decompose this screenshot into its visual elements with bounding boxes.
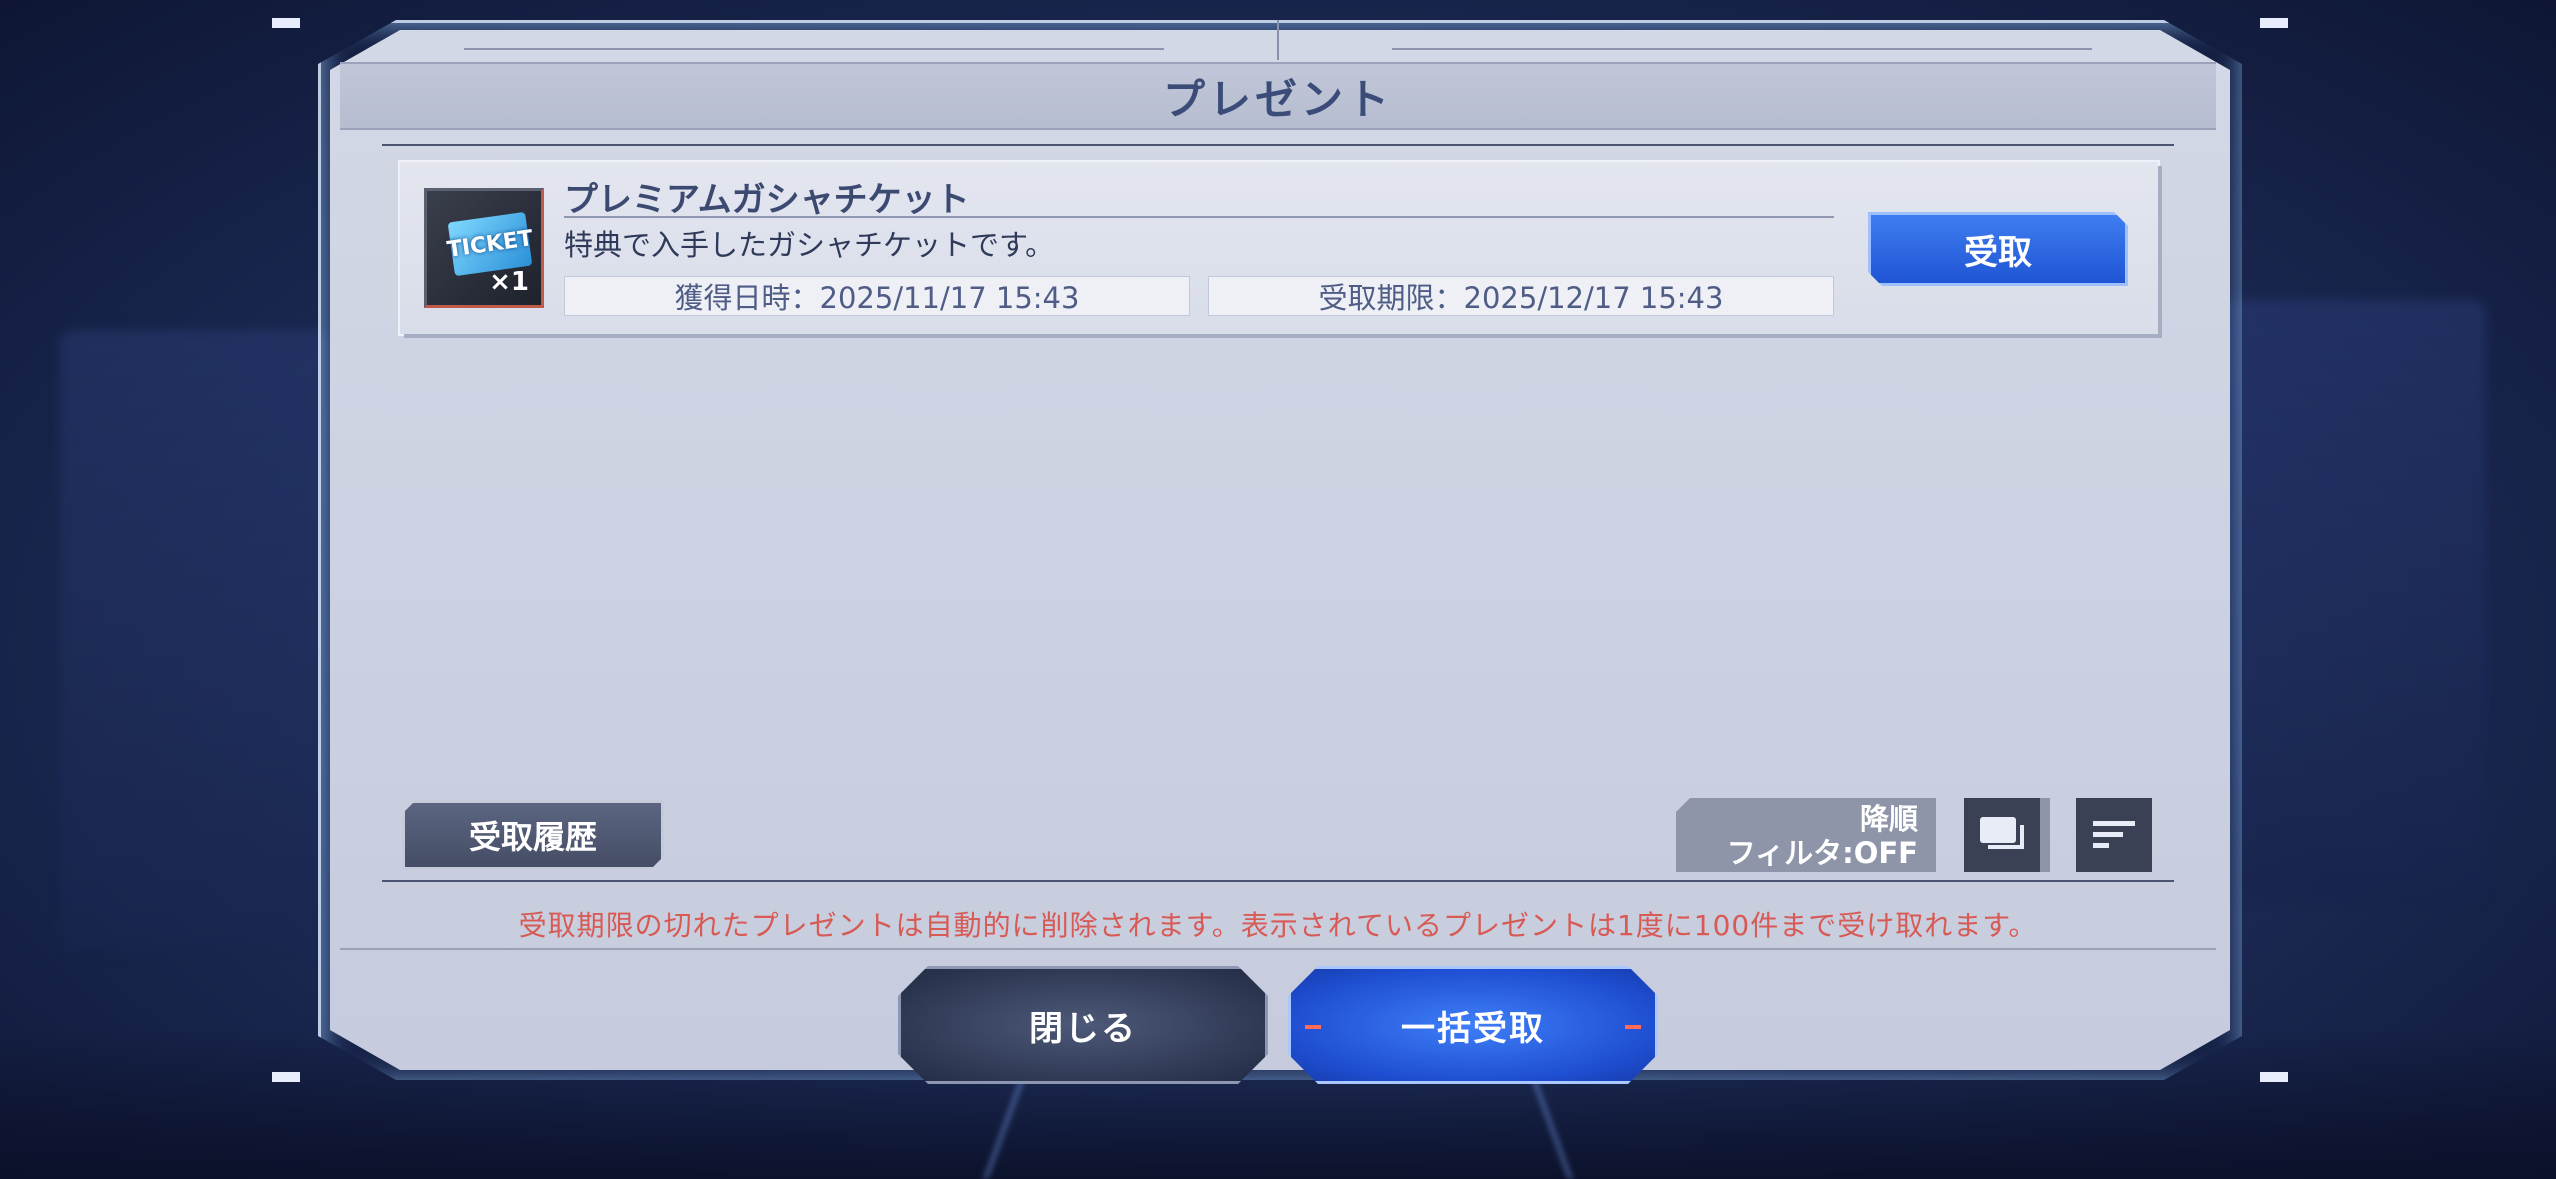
item-quantity: ×1: [489, 267, 529, 297]
notice-text: 受取期限の切れたプレゼントは自動的に削除されます。表示されているプレゼントは1度…: [518, 909, 2038, 942]
sort-lines-icon: [2093, 821, 2135, 848]
sort-button[interactable]: [2076, 798, 2152, 872]
page-title: プレゼント: [1162, 74, 1393, 124]
item-description: 特典で入手したガシャチケットです。: [564, 228, 1055, 262]
background-right-menu: [2186, 300, 2486, 900]
title-decor-line: [464, 48, 1164, 50]
button-separator: [2040, 798, 2050, 872]
receive-all-button-label: 一括受取: [1401, 1008, 1545, 1049]
button-accent-mark: [1625, 1025, 1641, 1029]
acquired-date: 獲得日時：2025/11/17 15:43: [564, 276, 1190, 316]
filter-button[interactable]: [1964, 798, 2040, 872]
item-name-divider: [564, 216, 1834, 218]
title-decor-tick: [1277, 20, 1279, 60]
list-item: TICKET ×1 プレミアムガシャチケット 特典で入手したガシャチケットです。…: [400, 162, 2158, 334]
close-button[interactable]: 閉じる: [898, 966, 1268, 1084]
item-name: プレミアムガシャチケット: [564, 180, 970, 220]
receive-all-button[interactable]: 一括受取: [1288, 966, 1658, 1084]
frame-corner: [272, 1072, 300, 1082]
title-bar: プレゼント: [340, 62, 2216, 130]
deadline-date: 受取期限：2025/12/17 15:43: [1208, 276, 1834, 316]
footer-line: [340, 948, 2216, 950]
frame-corner: [2260, 1072, 2288, 1082]
receive-history-button[interactable]: 受取履歴: [402, 800, 664, 870]
filter-window-icon: [1980, 817, 2024, 849]
sort-order-label: 降順: [1859, 802, 1918, 836]
sort-filter-status: 降順 フィルタ:OFF: [1727, 802, 1918, 870]
frame-corner: [272, 18, 300, 28]
sort-filter-toggle[interactable]: 降順 フィルタ:OFF: [1676, 798, 1936, 872]
background-left-menu: [60, 330, 330, 950]
frame-corner: [2260, 18, 2288, 28]
title-decor-line: [1392, 48, 2092, 50]
receive-button[interactable]: 受取: [1868, 212, 2128, 286]
header-divider: [382, 144, 2174, 146]
ticket-icon: TICKET ×1: [424, 188, 544, 308]
button-accent-mark: [1305, 1025, 1321, 1029]
filter-status-label: フィルタ:OFF: [1726, 836, 1918, 870]
close-button-label: 閉じる: [1029, 1008, 1137, 1049]
footer-divider: [382, 880, 2174, 882]
